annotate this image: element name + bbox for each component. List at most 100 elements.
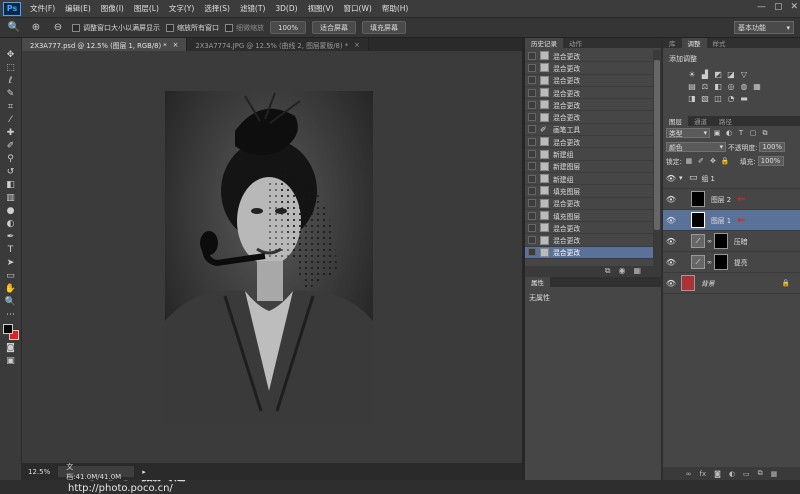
menu-layer[interactable]: 图层(L) — [129, 3, 164, 14]
history-row[interactable]: 混合更改 — [525, 99, 653, 112]
history-row[interactable]: 新建图层 — [525, 161, 653, 173]
layer-row-group[interactable]: 👁 ▾ ▭ 组 1 — [663, 168, 800, 189]
menu-type[interactable]: 文字(Y) — [164, 3, 199, 14]
layer-row-selected[interactable]: 👁 图层 1 ← — [663, 210, 800, 231]
close-icon[interactable]: × — [173, 41, 179, 49]
doc-tab-active[interactable]: 2X3A777.psd @ 12.5% (图层 1, RGB/8) * × — [22, 38, 188, 51]
history-row[interactable]: 混合更改 — [525, 111, 653, 124]
move-tool-icon[interactable]: ✥ — [3, 48, 19, 61]
resize-windows-checkbox[interactable]: 调整窗口大小以满屏显示 — [72, 23, 160, 33]
history-checkbox[interactable] — [528, 76, 536, 85]
tab-actions[interactable]: 动作 — [563, 38, 588, 48]
posterize-icon[interactable]: ▧ — [700, 93, 710, 103]
doc-tab[interactable]: 2X3A7774.JPG @ 12.5% (曲线 2, 图层蒙版/8) * × — [187, 38, 369, 51]
chevron-right-icon[interactable]: ▸ — [142, 468, 146, 476]
eye-icon[interactable]: 👁 — [663, 258, 679, 267]
quick-mask-icon[interactable]: ◙ — [3, 341, 19, 354]
lasso-tool-icon[interactable]: ℓ — [3, 74, 19, 87]
zoom-in-icon[interactable]: ⊕ — [28, 21, 44, 34]
eye-icon[interactable]: 👁 — [663, 279, 679, 288]
layer-row-adjustment[interactable]: 👁 ⟋ ∞ 压暗 — [663, 231, 800, 252]
history-checkbox[interactable] — [528, 211, 536, 220]
curves-icon[interactable]: ◩ — [713, 69, 723, 79]
lock-all-icon[interactable]: 🔒 — [720, 157, 730, 165]
history-row[interactable]: 填充图层 — [525, 185, 653, 198]
vibrance-icon[interactable]: ▽ — [739, 69, 749, 79]
history-checkbox[interactable] — [528, 100, 536, 109]
tab-properties[interactable]: 属性 — [525, 277, 550, 287]
new-adjustment-icon[interactable]: ◐ — [729, 470, 735, 478]
blend-mode-select[interactable]: 颜色 ▾ — [666, 142, 726, 152]
channel-mixer-icon[interactable]: ◍ — [739, 81, 749, 91]
history-checkbox[interactable] — [528, 199, 536, 208]
history-row[interactable]: ✐ 画笔工具 — [525, 124, 653, 137]
trash-icon[interactable]: ▦ — [771, 470, 778, 478]
filter-type-icon[interactable]: T — [736, 129, 746, 137]
pen-tool-icon[interactable]: ✒ — [3, 230, 19, 243]
menu-window[interactable]: 窗口(W) — [339, 3, 377, 14]
dodge-tool-icon[interactable]: ◐ — [3, 217, 19, 230]
history-row[interactable]: 混合更改 — [525, 136, 653, 149]
layer-row-adjustment[interactable]: 👁 ⟋ ∞ 提亮 — [663, 252, 800, 273]
minimize-icon[interactable]: — — [757, 2, 766, 12]
camera-icon[interactable]: ◉ — [618, 266, 625, 277]
zoom-100-button[interactable]: 100% — [270, 21, 307, 34]
history-row[interactable]: 混合更改 — [525, 75, 653, 87]
quick-select-tool-icon[interactable]: ✎ — [3, 87, 19, 100]
canvas-area[interactable]: POCO 摄影专题 http://photo.poco.cn/ — [22, 51, 522, 494]
filter-pixel-icon[interactable]: ▣ — [712, 129, 722, 137]
trash-icon[interactable]: ▦ — [633, 266, 641, 277]
close-icon[interactable]: ✕ — [790, 2, 798, 12]
history-checkbox[interactable] — [528, 186, 536, 195]
shape-tool-icon[interactable]: ▭ — [3, 269, 19, 282]
color-lookup-icon[interactable]: ▦ — [752, 81, 762, 91]
tab-paths[interactable]: 路径 — [713, 116, 738, 126]
tab-library[interactable]: 库 — [663, 38, 682, 48]
history-checkbox[interactable] — [528, 63, 536, 72]
scrubby-zoom-checkbox[interactable]: 细微缩放 — [225, 23, 264, 33]
filter-adjust-icon[interactable]: ◐ — [724, 129, 734, 137]
history-row[interactable]: 混合更改 — [525, 234, 653, 247]
crop-tool-icon[interactable]: ⌗ — [3, 100, 19, 113]
fx-icon[interactable]: fx — [700, 470, 707, 478]
brightness-icon[interactable]: ☀ — [687, 69, 697, 79]
link-layers-icon[interactable]: ∞ — [686, 470, 692, 478]
history-checkbox[interactable] — [528, 150, 536, 159]
bw-icon[interactable]: ◧ — [713, 81, 723, 91]
history-checkbox[interactable] — [528, 236, 536, 245]
zoom-all-checkbox[interactable]: 缩放所有窗口 — [166, 23, 219, 33]
close-icon[interactable]: × — [354, 41, 360, 49]
menu-image[interactable]: 图像(I) — [96, 3, 129, 14]
history-checkbox[interactable] — [528, 113, 536, 122]
zoom-tool-icon[interactable]: 🔍 — [6, 21, 22, 34]
history-row[interactable]: 混合更改 — [525, 246, 653, 260]
filter-smart-icon[interactable]: ⧉ — [760, 129, 770, 138]
menu-select[interactable]: 选择(S) — [199, 3, 235, 14]
selective-color-icon[interactable]: ◔ — [726, 93, 736, 103]
tab-adjustments[interactable]: 调整 — [681, 38, 707, 48]
hand-tool-icon[interactable]: ✋ — [3, 282, 19, 295]
history-checkbox[interactable] — [528, 174, 536, 183]
opacity-input[interactable]: 100% — [759, 142, 786, 152]
link-icon[interactable]: ∞ — [707, 259, 712, 266]
more-tools-icon[interactable]: ⋯ — [3, 308, 19, 321]
history-checkbox[interactable] — [528, 125, 536, 134]
history-checkbox[interactable] — [528, 162, 536, 171]
photo-filter-icon[interactable]: ◎ — [726, 81, 736, 91]
tab-channels[interactable]: 通道 — [688, 116, 713, 126]
layer-row-background[interactable]: 👁 背景 🔒 — [663, 273, 800, 294]
layer-row[interactable]: 👁 图层 2 ← — [663, 189, 800, 210]
history-checkbox[interactable] — [528, 88, 536, 97]
invert-icon[interactable]: ◨ — [687, 93, 697, 103]
history-brush-tool-icon[interactable]: ↺ — [3, 165, 19, 178]
brush-tool-icon[interactable]: ✐ — [3, 139, 19, 152]
history-checkbox[interactable] — [528, 248, 536, 257]
history-row[interactable]: 新建组 — [525, 173, 653, 186]
eyedropper-tool-icon[interactable]: ⁄ — [3, 113, 19, 126]
tab-layers[interactable]: 图层 — [663, 116, 688, 126]
fill-screen-button[interactable]: 填充屏幕 — [362, 21, 407, 34]
clone-stamp-tool-icon[interactable]: ⚲ — [3, 152, 19, 165]
maximize-icon[interactable]: ▢ — [774, 2, 783, 12]
type-tool-icon[interactable]: T — [3, 243, 19, 256]
eraser-tool-icon[interactable]: ◧ — [3, 178, 19, 191]
